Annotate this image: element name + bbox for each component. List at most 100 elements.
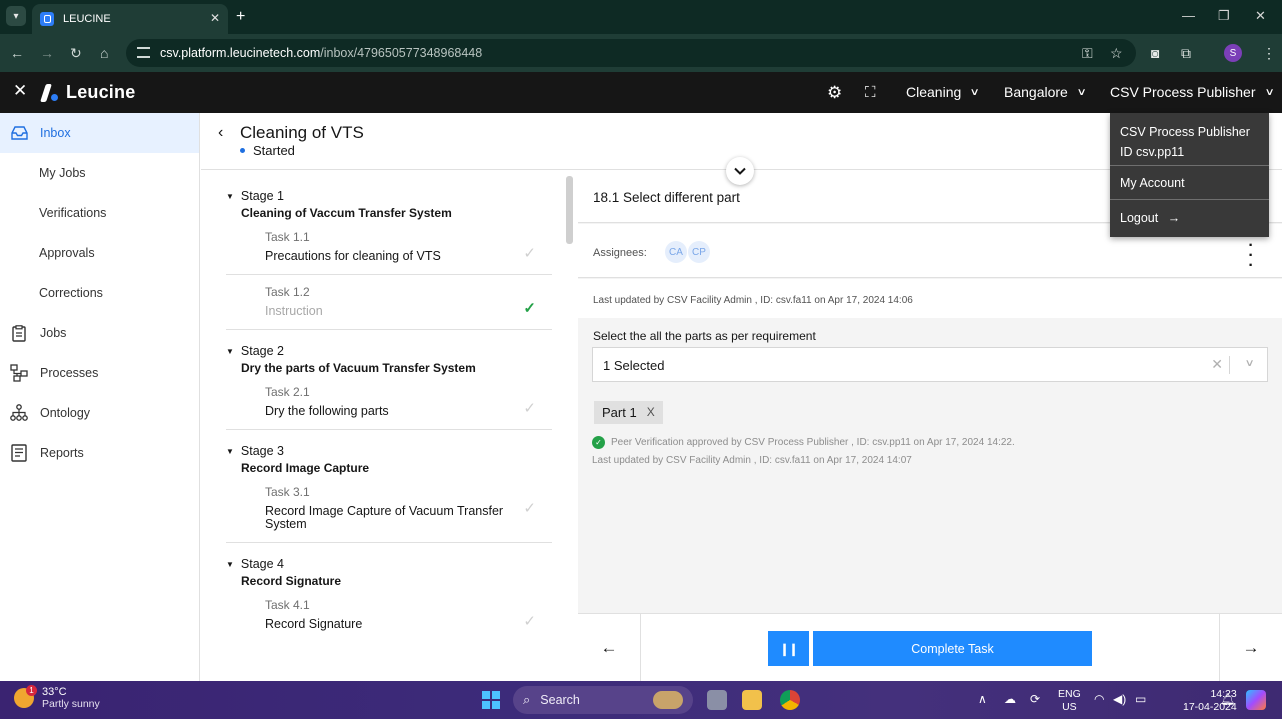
sidebar-item-ontology[interactable]: Ontology [0,393,199,433]
tab-search-icon[interactable]: ▾ [6,6,26,26]
sidebar-item-my-jobs[interactable]: My Jobs [0,153,199,193]
window-close-icon[interactable]: ✕ [1255,8,1266,24]
stage-list-scrollbar[interactable] [566,176,573,244]
sync-icon[interactable]: ⟳ [1030,692,1040,706]
wifi-icon[interactable]: ◠ [1094,692,1104,706]
next-task-arrow-icon[interactable]: → [1219,614,1282,682]
chevron-down-icon: ∨ [1264,86,1275,98]
caret-down-icon[interactable]: ▼ [226,560,234,569]
user-dropdown[interactable]: CSV Process Publisher ∨ [1110,84,1275,100]
task-footer: ← ❙❙ Complete Task → [578,613,1282,682]
sidebar-item-label: Inbox [40,126,71,140]
task-name: Precautions for cleaning of VTS [265,249,441,263]
windows-taskbar: 1 33°C Partly sunny ⌕ Search ∧ ☁ ⟳ ENG U… [0,681,1282,719]
taskbar-search[interactable]: ⌕ Search [513,686,693,714]
task-view-icon[interactable] [707,690,727,710]
sidebar-item-jobs[interactable]: Jobs [0,313,199,353]
chevron-down-icon[interactable]: ∨ [1244,358,1254,369]
url-field[interactable]: csv.platform.leucinetech.com/inbox/47965… [126,39,1136,67]
lang-secondary: US [1062,701,1077,713]
task-name: Dry the following parts [265,404,389,418]
avatar[interactable]: CA [665,241,687,263]
collapse-header-button[interactable] [726,157,754,185]
task-item[interactable]: Task 4.1 Record Signature ✓ [226,588,552,642]
file-explorer-icon[interactable] [742,690,762,710]
task-item[interactable]: Task 1.1 Precautions for cleaning of VTS… [226,220,552,275]
logout-menu-item[interactable]: Logout → [1120,211,1180,225]
profile-avatar[interactable]: S [1224,44,1242,62]
show-hidden-icons-icon[interactable]: ∧ [978,692,987,706]
minimize-icon[interactable]: — [1182,8,1195,23]
leucine-favicon-icon [40,12,54,26]
bookmark-star-icon[interactable]: ☆ [1110,45,1123,62]
sidebar-item-label: Verifications [39,206,107,220]
browser-tab[interactable]: LEUCINE ✕ [32,4,228,34]
more-options-icon[interactable]: · · · [1246,238,1256,274]
caret-down-icon[interactable]: ▼ [226,447,234,456]
site-info-icon[interactable] [137,47,150,58]
back-chevron-icon[interactable]: ‹ [218,124,223,142]
stage-item[interactable]: ▼ Stage 1 Cleaning of Vaccum Transfer Sys… [226,171,552,330]
remove-chip-icon[interactable]: X [647,405,655,424]
stage-item[interactable]: ▼ Stage 4 Record Signature Task 4.1 Recor… [226,543,552,642]
copilot-icon[interactable] [1246,690,1266,710]
logout-label: Logout [1120,211,1159,225]
input-language[interactable]: ENG US [1058,688,1081,714]
sidebar-nav: Inbox My Jobs Verifications Approvals Co… [0,113,200,681]
stage-label: Stage 4 [240,557,285,571]
sidebar-item-label: Processes [40,366,99,380]
onedrive-cloud-icon[interactable]: ☁ [1004,692,1016,706]
facility-dropdown[interactable]: Cleaning ∨ [906,84,980,100]
forward-arrow-icon[interactable]: → [40,45,54,61]
sidebar-item-reports[interactable]: Reports [0,433,199,473]
task-item[interactable]: Task 2.1 Dry the following parts ✓ [226,375,552,430]
stage-item[interactable]: ▼ Stage 2 Dry the parts of Vacuum Transfe… [226,330,552,430]
task-last-updated: Last updated by CSV Facility Admin , ID:… [578,279,1282,318]
pause-icon: ❙❙ [779,641,798,656]
extensions-icon[interactable]: ⧉ [1181,45,1191,62]
parts-multiselect[interactable]: 1 Selected ✕ ∨ [592,347,1268,382]
home-icon[interactable]: ⌂ [100,45,108,61]
sidebar-item-inbox[interactable]: Inbox [0,113,199,153]
taskbar-search-label: Search [540,693,580,707]
avatar[interactable]: CP [688,241,710,263]
previous-task-arrow-icon[interactable]: ← [578,614,641,682]
clear-selection-icon[interactable]: ✕ [1211,356,1223,373]
password-key-icon[interactable]: ⚿ [1082,45,1093,62]
camera-extension-icon[interactable]: ◙ [1151,45,1159,61]
complete-task-button[interactable]: Complete Task [813,631,1092,666]
pause-button[interactable]: ❙❙ [768,631,809,666]
settings-gear-icon[interactable]: ⚙ [827,83,842,103]
stage-label: Stage 1 [240,189,285,203]
check-icon: ✓ [523,400,536,417]
stage-name: Dry the parts of Vacuum Transfer System [241,361,476,375]
check-icon: ✓ [523,245,536,262]
scan-qr-icon[interactable]: ⛶ [865,84,876,101]
caret-down-icon[interactable]: ▼ [226,192,234,201]
sidebar-item-verifications[interactable]: Verifications [0,193,199,233]
new-tab-icon[interactable]: + [236,8,245,26]
weather-widget[interactable]: 1 33°C Partly sunny [14,685,100,710]
volume-icon[interactable]: ◀) [1113,692,1126,706]
close-app-icon[interactable]: ✕ [13,81,27,101]
my-account-menu-item[interactable]: My Account [1120,176,1185,190]
caret-down-icon[interactable]: ▼ [226,347,234,356]
stage-name: Cleaning of Vaccum Transfer System [241,206,452,220]
reload-icon[interactable]: ↻ [70,45,82,62]
sidebar-item-approvals[interactable]: Approvals [0,233,199,273]
site-dropdown[interactable]: Bangalore ∨ [1004,84,1087,100]
chrome-icon[interactable] [780,690,800,710]
notification-bell-icon[interactable]: 🔔︎ [1220,692,1235,706]
restore-icon[interactable]: ❐ [1218,8,1230,24]
stage-item[interactable]: ▼ Stage 3 Record Image Capture Task 3.1 R… [226,430,552,543]
task-item[interactable]: Task 3.1 Record Image Capture of Vacuum … [226,475,552,543]
sidebar-item-processes[interactable]: Processes [0,353,199,393]
task-item[interactable]: Task 1.2 Instruction ✓ [226,275,552,330]
battery-icon[interactable]: ▭ [1135,692,1146,706]
selected-part-chip: Part 1 X [594,401,663,424]
browser-menu-icon[interactable]: ⋮ [1262,45,1276,62]
tab-close-icon[interactable]: ✕ [210,11,220,25]
back-arrow-icon[interactable]: ← [10,45,24,61]
sidebar-item-corrections[interactable]: Corrections [0,273,199,313]
windows-start-icon[interactable] [482,691,500,709]
